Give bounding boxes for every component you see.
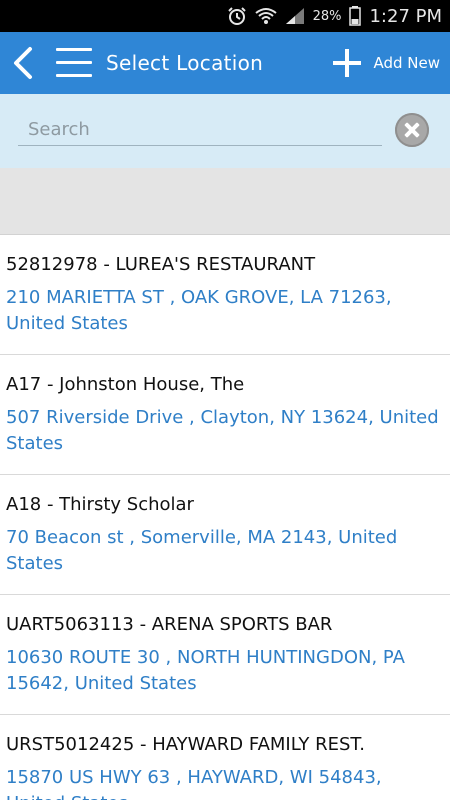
list-item[interactable]: A18 - Thirsty Scholar 70 Beacon st , Som… <box>0 475 450 595</box>
list-header-spacer <box>0 168 450 235</box>
location-address: 10630 ROUTE 30 , NORTH HUNTINGDON, PA 15… <box>6 647 405 694</box>
location-list: 52812978 - LUREA'S RESTAURANT 210 MARIET… <box>0 235 450 800</box>
location-title: URST5012425 - HAYWARD FAMILY REST. <box>6 734 365 755</box>
add-new-label: Add New <box>373 54 440 72</box>
menu-icon[interactable] <box>54 44 94 82</box>
location-address: 70 Beacon st , Somerville, MA 2143, Unit… <box>6 527 398 574</box>
signal-icon <box>285 7 305 25</box>
app-bar: Select Location Add New <box>0 32 450 94</box>
clear-search-icon[interactable] <box>395 113 429 147</box>
list-item[interactable]: UART5063113 - ARENA SPORTS BAR 10630 ROU… <box>0 595 450 715</box>
location-title: 52812978 - LUREA'S RESTAURANT <box>6 254 316 275</box>
location-title: UART5063113 - ARENA SPORTS BAR <box>6 614 333 635</box>
add-new-button[interactable]: Add New <box>333 32 440 94</box>
list-item[interactable]: A17 - Johnston House, The 507 Riverside … <box>0 355 450 475</box>
location-address: 507 Riverside Drive , Clayton, NY 13624,… <box>6 407 439 454</box>
location-title: A17 - Johnston House, The <box>6 374 245 395</box>
location-title: A18 - Thirsty Scholar <box>6 494 194 515</box>
search-bar <box>0 94 450 168</box>
list-item[interactable]: URST5012425 - HAYWARD FAMILY REST. 15870… <box>0 715 450 800</box>
list-item[interactable]: 52812978 - LUREA'S RESTAURANT 210 MARIET… <box>0 235 450 355</box>
location-address: 210 MARIETTA ST , OAK GROVE, LA 71263, U… <box>6 287 392 334</box>
page-title: Select Location <box>106 51 264 75</box>
wifi-icon <box>254 7 277 25</box>
status-bar: 28% 1:27 PM <box>0 0 450 32</box>
back-arrow-icon[interactable] <box>8 44 38 82</box>
clock: 1:27 PM <box>369 5 442 27</box>
search-input[interactable] <box>18 114 382 146</box>
battery-icon <box>349 6 362 26</box>
plus-icon <box>333 49 362 77</box>
alarm-icon <box>227 6 247 26</box>
battery-percent: 28% <box>312 8 342 24</box>
location-address: 15870 US HWY 63 , HAYWARD, WI 54843, Uni… <box>6 767 382 800</box>
